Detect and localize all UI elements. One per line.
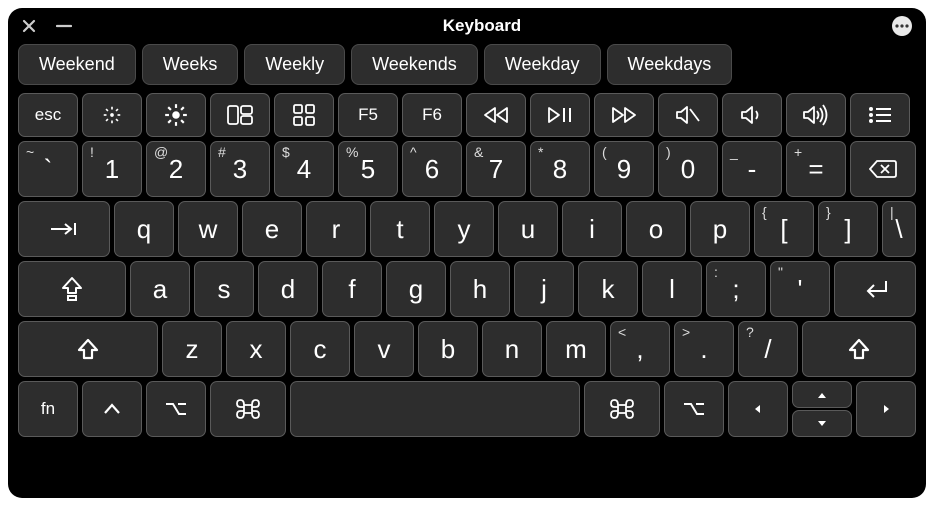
space-key[interactable]	[290, 381, 580, 437]
f5-key[interactable]: F5	[338, 93, 398, 137]
arrow-left-key[interactable]	[728, 381, 788, 437]
right-bracket-key[interactable]: }]	[818, 201, 878, 257]
key-v[interactable]: v	[354, 321, 414, 377]
suggestions-row: Weekend Weeks Weekly Weekends Weekday We…	[18, 44, 916, 85]
brightness-down-key[interactable]	[82, 93, 142, 137]
arrow-right-key[interactable]	[856, 381, 916, 437]
mute-key[interactable]	[658, 93, 718, 137]
key-e[interactable]: e	[242, 201, 302, 257]
comma-key[interactable]: <,	[610, 321, 670, 377]
key-5[interactable]: %5	[338, 141, 398, 197]
key-s[interactable]: s	[194, 261, 254, 317]
key-k[interactable]: k	[578, 261, 638, 317]
minimize-icon[interactable]	[56, 19, 72, 33]
key-i[interactable]: i	[562, 201, 622, 257]
list-key[interactable]	[850, 93, 910, 137]
key-o[interactable]: o	[626, 201, 686, 257]
close-icon[interactable]	[22, 19, 36, 33]
key-g[interactable]: g	[386, 261, 446, 317]
control-key[interactable]	[82, 381, 142, 437]
window-title: Keyboard	[443, 16, 521, 36]
key-a[interactable]: a	[130, 261, 190, 317]
fast-forward-key[interactable]	[594, 93, 654, 137]
keyboard-window: Keyboard Weekend Weeks Weekly Weekends W…	[8, 8, 926, 498]
key-m[interactable]: m	[546, 321, 606, 377]
minus-key[interactable]: _-	[722, 141, 782, 197]
keyboard-grid: esc F5 F6	[18, 93, 916, 490]
left-bracket-key[interactable]: {[	[754, 201, 814, 257]
backslash-key[interactable]: |\	[882, 201, 916, 257]
key-c[interactable]: c	[290, 321, 350, 377]
caps-lock-key[interactable]	[18, 261, 126, 317]
key-8[interactable]: *8	[530, 141, 590, 197]
suggestion[interactable]: Weekend	[18, 44, 136, 85]
suggestion[interactable]: Weekends	[351, 44, 478, 85]
quote-key[interactable]: "'	[770, 261, 830, 317]
fn-key[interactable]: fn	[18, 381, 78, 437]
more-options-icon[interactable]	[892, 16, 912, 36]
right-option-key[interactable]	[664, 381, 724, 437]
backspace-key[interactable]	[850, 141, 916, 197]
key-w[interactable]: w	[178, 201, 238, 257]
rewind-key[interactable]	[466, 93, 526, 137]
arrow-down-key[interactable]	[792, 410, 852, 437]
key-l[interactable]: l	[642, 261, 702, 317]
key-j[interactable]: j	[514, 261, 574, 317]
key-4[interactable]: $4	[274, 141, 334, 197]
key-2[interactable]: @2	[146, 141, 206, 197]
suggestion[interactable]: Weekdays	[607, 44, 733, 85]
period-key[interactable]: >.	[674, 321, 734, 377]
brightness-up-key[interactable]	[146, 93, 206, 137]
key-y[interactable]: y	[434, 201, 494, 257]
key-b[interactable]: b	[418, 321, 478, 377]
key-t[interactable]: t	[370, 201, 430, 257]
key-q[interactable]: q	[114, 201, 174, 257]
volume-up-key[interactable]	[786, 93, 846, 137]
key-h[interactable]: h	[450, 261, 510, 317]
key-0[interactable]: )0	[658, 141, 718, 197]
volume-down-key[interactable]	[722, 93, 782, 137]
semicolon-key[interactable]: :;	[706, 261, 766, 317]
left-option-key[interactable]	[146, 381, 206, 437]
right-shift-key[interactable]	[802, 321, 916, 377]
suggestion[interactable]: Weekly	[244, 44, 345, 85]
key-3[interactable]: #3	[210, 141, 270, 197]
key-z[interactable]: z	[162, 321, 222, 377]
key-6[interactable]: ^6	[402, 141, 462, 197]
tab-key[interactable]	[18, 201, 110, 257]
key-7[interactable]: &7	[466, 141, 526, 197]
launchpad-key[interactable]	[274, 93, 334, 137]
mission-control-key[interactable]	[210, 93, 270, 137]
key-x[interactable]: x	[226, 321, 286, 377]
backtick-key[interactable]: ~`	[18, 141, 78, 197]
titlebar: Keyboard	[18, 14, 916, 38]
return-key[interactable]	[834, 261, 916, 317]
equals-key[interactable]: +=	[786, 141, 846, 197]
arrow-up-key[interactable]	[792, 381, 852, 408]
key-d[interactable]: d	[258, 261, 318, 317]
key-u[interactable]: u	[498, 201, 558, 257]
suggestion[interactable]: Weeks	[142, 44, 239, 85]
key-f[interactable]: f	[322, 261, 382, 317]
esc-key[interactable]: esc	[18, 93, 78, 137]
key-n[interactable]: n	[482, 321, 542, 377]
right-command-key[interactable]	[584, 381, 660, 437]
left-command-key[interactable]	[210, 381, 286, 437]
key-p[interactable]: p	[690, 201, 750, 257]
play-pause-key[interactable]	[530, 93, 590, 137]
key-9[interactable]: (9	[594, 141, 654, 197]
left-shift-key[interactable]	[18, 321, 158, 377]
slash-key[interactable]: ?/	[738, 321, 798, 377]
key-r[interactable]: r	[306, 201, 366, 257]
f6-key[interactable]: F6	[402, 93, 462, 137]
key-1[interactable]: !1	[82, 141, 142, 197]
suggestion[interactable]: Weekday	[484, 44, 601, 85]
